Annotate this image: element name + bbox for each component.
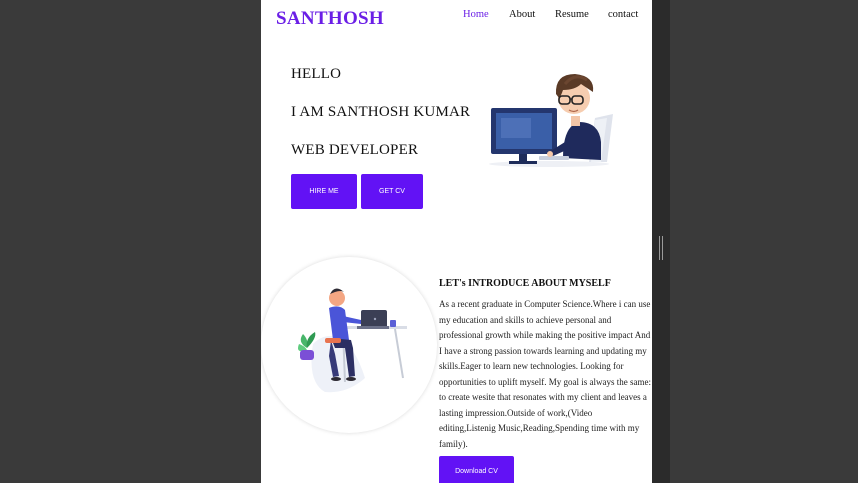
get-cv-button[interactable]: GET CV — [361, 174, 423, 209]
download-cv-button[interactable]: Download CV — [439, 456, 514, 483]
developer-illustration — [489, 74, 613, 167]
resize-handle[interactable] — [659, 236, 663, 260]
nav-resume[interactable]: Resume — [555, 9, 589, 20]
about-description: As a recent graduate in Computer Science… — [439, 299, 651, 449]
hire-me-button[interactable]: HIRE ME — [291, 174, 357, 209]
hero-role: WEB DEVELOPER — [291, 142, 419, 158]
about-title: LET's INTRODUCE ABOUT MYSELF — [439, 278, 611, 289]
hero-name: I AM SANTHOSH KUMAR — [291, 104, 471, 120]
portfolio-page: SANTHOSH Home About Resume contact HELLO… — [261, 0, 652, 483]
brand-logo[interactable]: SANTHOSH — [276, 8, 384, 30]
nav-about[interactable]: About — [509, 9, 535, 20]
nav-home[interactable]: Home — [463, 9, 489, 20]
hero-greeting: HELLO — [291, 66, 342, 82]
desk-worker-illustration — [298, 288, 407, 393]
nav-contact[interactable]: contact — [608, 9, 638, 20]
